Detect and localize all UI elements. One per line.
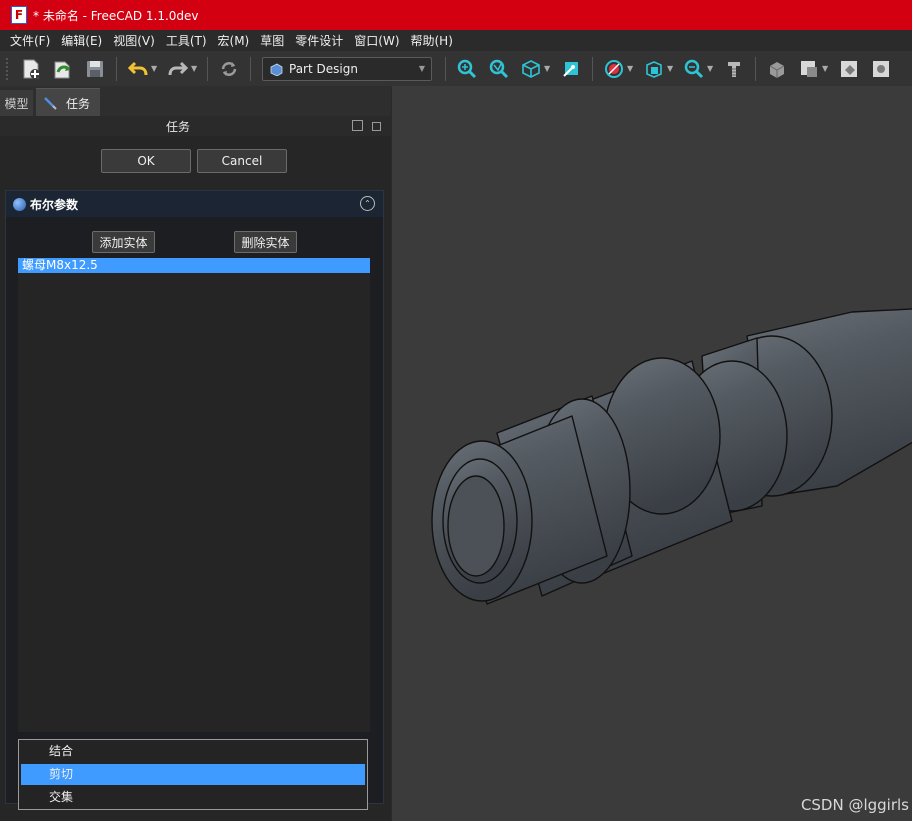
undo-icon[interactable] — [125, 56, 151, 82]
toolbar-separator — [250, 56, 251, 81]
panel-title-bar: 任务 — [0, 116, 391, 136]
menu-view[interactable]: 视图(V) — [113, 32, 162, 49]
option-fuse[interactable]: 结合 — [21, 741, 365, 762]
toolbar: ▼ ▼ Part Design ▼ ▼ ▼ ▼ ▼ ▼ — [0, 51, 912, 86]
toolbar-separator — [592, 56, 593, 81]
tab-task[interactable]: 任务 — [36, 88, 100, 117]
window-title: * 未命名 - FreeCAD 1.1.0dev — [33, 8, 199, 23]
boolean-header: 布尔参数 ⌃ — [6, 191, 383, 217]
3d-viewport[interactable]: CSDN @lggirls — [391, 86, 912, 821]
watermark: CSDN @lggirls — [800, 796, 909, 814]
option-cut[interactable]: 剪切 — [21, 764, 365, 785]
fit-selection-icon[interactable] — [486, 56, 512, 82]
task-icon — [44, 97, 57, 110]
menu-part-design[interactable]: 零件设计 — [295, 32, 350, 49]
ok-button[interactable]: OK — [101, 149, 191, 173]
thread-tool-icon[interactable] — [721, 56, 747, 82]
menu-window[interactable]: 窗口(W) — [354, 32, 406, 49]
workbench-selector[interactable]: Part Design ▼ — [262, 56, 432, 81]
toolbar-grip[interactable] — [6, 57, 11, 80]
workbench-label: Part Design — [289, 61, 358, 76]
draw-style-icon[interactable] — [601, 56, 627, 82]
3d-model[interactable] — [392, 86, 912, 821]
toolbar-separator — [755, 56, 756, 81]
chevron-down-icon: ▼ — [418, 64, 425, 73]
cancel-button[interactable]: Cancel — [197, 149, 287, 173]
chevron-down-icon[interactable]: ▼ — [544, 56, 552, 82]
isometric-view-icon[interactable] — [518, 56, 544, 82]
add-body-button[interactable]: 添加实体 — [92, 231, 155, 253]
operation-dropdown[interactable]: 结合 剪切 交集 — [18, 739, 368, 810]
chevron-down-icon[interactable]: ▼ — [627, 56, 635, 82]
boolean-parameters-box: 布尔参数 ⌃ 添加实体 删除实体 螺母M8x12.5 — [5, 190, 384, 804]
part-design-icon — [270, 63, 283, 76]
open-document-icon[interactable] — [50, 56, 76, 82]
chevron-down-icon[interactable]: ▼ — [822, 56, 830, 82]
menu-file[interactable]: 文件(F) — [10, 32, 57, 49]
part-icon[interactable] — [764, 56, 790, 82]
toolbar-separator — [116, 56, 117, 81]
toolbar-separator — [445, 56, 446, 81]
new-document-icon[interactable] — [18, 56, 44, 82]
chevron-down-icon[interactable]: ▼ — [151, 56, 159, 82]
tab-bar: 模型 任务 — [0, 86, 391, 117]
boolean-header-title: 布尔参数 — [30, 197, 79, 212]
tab-task-label: 任务 — [66, 96, 91, 111]
body-list[interactable]: 螺母M8x12.5 — [18, 258, 370, 732]
view-box-icon[interactable] — [641, 56, 667, 82]
boolean-icon — [13, 197, 26, 211]
menu-macro[interactable]: 宏(M) — [218, 32, 257, 49]
link-icon[interactable] — [836, 56, 862, 82]
menu-bar: 文件(F) 编辑(E) 视图(V) 工具(T) 宏(M) 草图 零件设计 窗口(… — [0, 30, 912, 51]
link-icon[interactable] — [868, 56, 894, 82]
toolbar-separator — [207, 56, 208, 81]
remove-body-button[interactable]: 删除实体 — [234, 231, 297, 253]
fit-all-icon[interactable] — [454, 56, 480, 82]
float-panel-icon[interactable] — [352, 120, 363, 131]
tab-model[interactable]: 模型 — [0, 90, 33, 116]
title-bar: F * 未命名 - FreeCAD 1.1.0dev — [0, 0, 912, 30]
chevron-down-icon[interactable]: ▼ — [667, 56, 675, 82]
chevron-down-icon[interactable]: ▼ — [707, 56, 715, 82]
refresh-icon[interactable] — [216, 56, 242, 82]
menu-sketch[interactable]: 草图 — [260, 32, 291, 49]
menu-help[interactable]: 帮助(H) — [411, 32, 460, 49]
combo-view: 模型 任务 任务 OK Cancel 布尔参数 ⌃ 添加实体 删除实体 螺母M8… — [0, 86, 391, 821]
measure-icon[interactable] — [558, 56, 584, 82]
create-body-icon[interactable] — [796, 56, 822, 82]
menu-edit[interactable]: 编辑(E) — [61, 32, 109, 49]
restore-panel-icon[interactable] — [372, 122, 381, 131]
menu-tools[interactable]: 工具(T) — [166, 32, 214, 49]
zoom-icon[interactable] — [681, 56, 707, 82]
panel-title: 任务 — [166, 120, 191, 134]
chevron-down-icon[interactable]: ▼ — [191, 56, 199, 82]
collapse-icon[interactable]: ⌃ — [360, 196, 375, 211]
save-icon[interactable] — [82, 56, 108, 82]
list-item[interactable]: 螺母M8x12.5 — [18, 258, 370, 273]
redo-icon[interactable] — [165, 56, 191, 82]
option-common[interactable]: 交集 — [21, 787, 365, 808]
freecad-icon: F — [11, 6, 27, 24]
